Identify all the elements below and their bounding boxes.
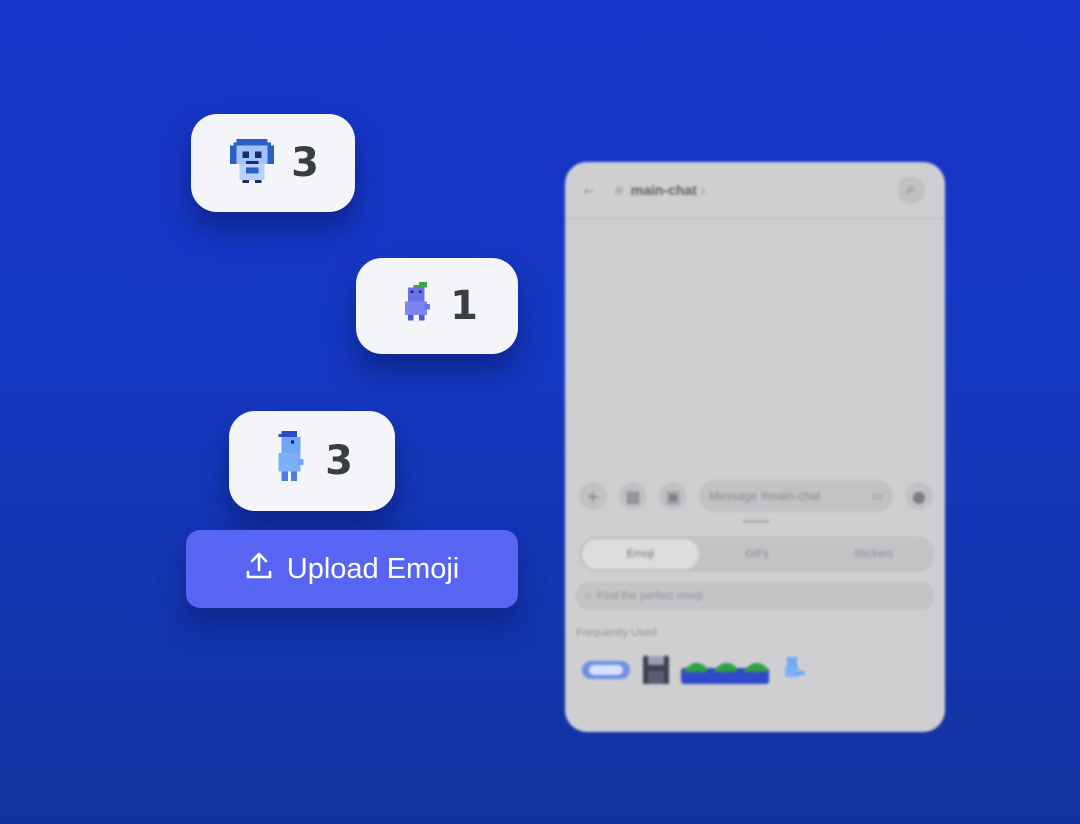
creature-emoji-icon — [396, 282, 436, 330]
chat-header: ← # main-chat › ⌕ — [565, 162, 945, 219]
message-input[interactable]: Message #main-chat ▭ — [699, 480, 893, 512]
message-composer: + ▦ ▣ Message #main-chat ▭ ● — [579, 478, 933, 514]
tab-gifs[interactable]: GIFs — [699, 539, 816, 569]
reaction-count: 3 — [325, 438, 353, 484]
reaction-pill[interactable]: 1 — [356, 258, 518, 354]
tab-emoji[interactable]: Emoji — [582, 539, 699, 569]
add-icon[interactable]: + — [579, 482, 607, 510]
phone-chat-mockup: ← # main-chat › ⌕ + ▦ ▣ Message #main-ch… — [565, 162, 945, 732]
chevron-right-icon: › — [700, 182, 706, 198]
channel-hash-icon: # — [615, 182, 623, 198]
emoji-floppy-icon[interactable] — [641, 654, 671, 686]
upload-emoji-label: Upload Emoji — [286, 552, 460, 585]
upload-emoji-button[interactable]: Upload Emoji — [186, 530, 518, 608]
frequently-used-emoji-row — [581, 654, 809, 686]
reaction-pill[interactable]: 3 — [229, 411, 395, 511]
back-arrow-icon[interactable]: ← — [581, 181, 597, 199]
emoji-dino-icon[interactable] — [781, 655, 809, 685]
apps-icon[interactable]: ▦ — [619, 482, 647, 510]
reaction-count: 3 — [291, 140, 319, 186]
channel-name[interactable]: main-chat — [631, 182, 697, 198]
upload-icon — [245, 550, 273, 588]
frequently-used-heading: Frequently Used — [576, 627, 657, 639]
picker-tabs: Emoji GIFs Stickers — [579, 536, 935, 572]
search-icon: ⌕ — [585, 589, 592, 602]
dino-emoji-icon — [271, 431, 311, 491]
search-icon[interactable]: ⌕ — [897, 176, 925, 204]
tab-stickers[interactable]: Stickers — [815, 539, 932, 569]
emoji-picker-icon[interactable]: ▭ — [872, 489, 883, 503]
emoji-badge-icon[interactable] — [581, 657, 631, 683]
emoji-search-placeholder: Find the perfect emoji — [597, 590, 703, 602]
drawer-handle[interactable] — [743, 520, 769, 523]
reaction-pill[interactable]: 3 — [191, 114, 355, 212]
message-placeholder: Message #main-chat — [709, 489, 821, 503]
emoji-search-input[interactable]: ⌕ Find the perfect emoji — [575, 582, 935, 610]
microphone-icon[interactable]: ● — [905, 482, 933, 510]
emoji-green-blue-icon[interactable] — [681, 654, 771, 686]
robot-emoji-icon — [227, 136, 277, 190]
reaction-count: 1 — [450, 283, 478, 329]
gift-icon[interactable]: ▣ — [659, 482, 687, 510]
